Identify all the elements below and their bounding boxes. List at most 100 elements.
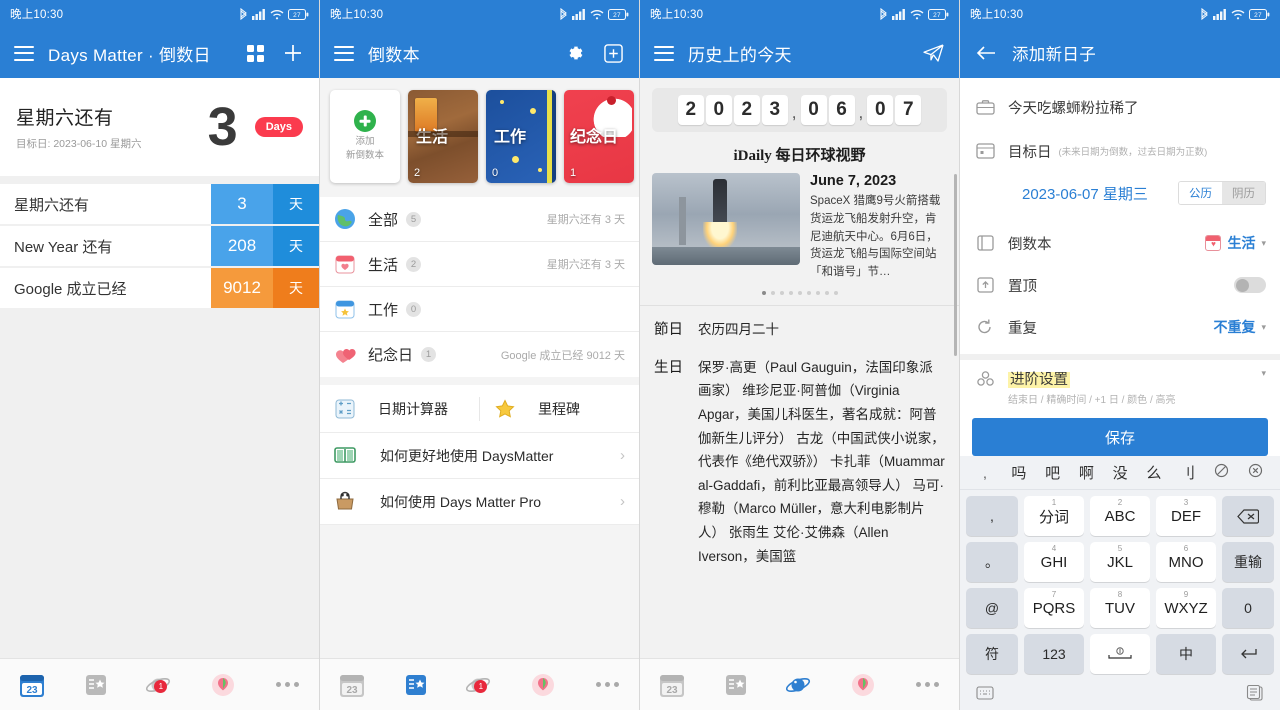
book-value-group[interactable]: 生活 ▾	[1205, 233, 1266, 253]
carousel-dot[interactable]	[779, 291, 784, 296]
key-at[interactable]: @	[966, 588, 1018, 628]
help-link-daysmatter[interactable]: 如何更好地使用 DaysMatter ›	[320, 433, 639, 479]
balloon-icon[interactable]	[831, 673, 895, 697]
date-calculator-button[interactable]: 日期计算器	[320, 398, 479, 420]
more-dots-icon[interactable]	[255, 682, 319, 687]
balloon-icon[interactable]	[511, 673, 575, 697]
planet-icon[interactable]: 1	[128, 674, 192, 696]
milestone-button[interactable]: 里程碑	[480, 398, 639, 420]
clear-x-icon[interactable]	[1238, 463, 1272, 482]
notification-badge: 1	[154, 679, 168, 693]
key-fenci[interactable]: 1 分词	[1024, 496, 1084, 536]
suggestion-6[interactable]: 刂	[1171, 462, 1205, 483]
calendar-23-icon[interactable]: 23	[640, 672, 704, 698]
carousel-dot[interactable]	[770, 291, 775, 296]
key-language-chinese[interactable]: 中	[1156, 634, 1216, 674]
arrow-left-icon[interactable]	[974, 41, 998, 65]
planet-icon[interactable]: 1	[448, 674, 512, 696]
pin-row[interactable]: 置顶	[960, 264, 1280, 306]
key-wxyz[interactable]: 9 WXYZ	[1156, 588, 1216, 628]
keyboard-switch-icon[interactable]	[976, 685, 994, 705]
key-comma[interactable]: ,	[966, 496, 1018, 536]
grid-view-icon[interactable]	[243, 41, 267, 65]
suggestion-4[interactable]: 没	[1103, 462, 1137, 483]
list-item[interactable]: 全部 5 星期六还有 3 天	[320, 197, 639, 242]
calendar-23-icon[interactable]: 23	[0, 672, 64, 698]
planet-icon[interactable]	[768, 674, 832, 696]
carousel-dot[interactable]	[815, 291, 820, 296]
space-icon[interactable]	[1090, 634, 1150, 674]
key-jkl[interactable]: 5 JKL	[1090, 542, 1150, 582]
key-period[interactable]: 。	[966, 542, 1018, 582]
carousel-dot[interactable]	[806, 291, 811, 296]
table-row[interactable]: 星期六还有 3 天	[0, 184, 319, 224]
close-slash-icon[interactable]	[1205, 463, 1239, 482]
title-field-row[interactable]: 今天吃螺蛳粉拉稀了	[960, 86, 1280, 128]
suggestion-2[interactable]: 吧	[1036, 462, 1070, 483]
key-ghi[interactable]: 4 GHI	[1024, 542, 1084, 582]
star-book-icon[interactable]	[704, 673, 768, 697]
key-def[interactable]: 3 DEF	[1156, 496, 1216, 536]
target-date-value[interactable]: 2023-06-07 星期三	[974, 183, 1148, 204]
suggestion-3[interactable]: 啊	[1070, 462, 1104, 483]
balloon-icon[interactable]	[191, 673, 255, 697]
carousel-dot[interactable]	[788, 291, 793, 296]
star-book-icon[interactable]	[384, 673, 448, 697]
segment-lunar[interactable]: 阴历	[1222, 182, 1265, 204]
more-dots-icon[interactable]	[895, 682, 959, 687]
list-item[interactable]: 工作 0	[320, 287, 639, 332]
pin-toggle[interactable]	[1234, 277, 1266, 293]
list-item[interactable]: 生活 2 星期六还有 3 天	[320, 242, 639, 287]
repeat-value-group[interactable]: 不重复 ▾	[1213, 317, 1266, 337]
key-tuv[interactable]: 8 TUV	[1090, 588, 1150, 628]
hamburger-icon[interactable]	[334, 45, 354, 61]
carousel-dot[interactable]	[833, 291, 838, 296]
suggestion-5[interactable]: 么	[1137, 462, 1171, 483]
book-card-life[interactable]: 生活 2	[408, 90, 478, 183]
key-mno[interactable]: 6 MNO	[1156, 542, 1216, 582]
hero-countdown-card[interactable]: 星期六还有 目标日: 2023-06-10 星期六 3 Days	[0, 78, 319, 176]
backspace-icon[interactable]	[1222, 496, 1274, 536]
help-link-pro[interactable]: 如何使用 Days Matter Pro ›	[320, 479, 639, 525]
calendar-type-segment[interactable]: 公历 阴历	[1178, 181, 1266, 205]
suggestion-1[interactable]: 吗	[1002, 462, 1036, 483]
clipboard-icon[interactable]	[1246, 684, 1264, 706]
key-symbol[interactable]: 符	[966, 634, 1018, 674]
plus-box-icon[interactable]	[601, 41, 625, 65]
key-pqrs[interactable]: 7 PQRS	[1024, 588, 1084, 628]
hero-days-pill: Days	[254, 117, 303, 137]
carousel-dot[interactable]	[761, 291, 766, 296]
hamburger-icon[interactable]	[14, 45, 34, 61]
key-abc[interactable]: 2 ABC	[1090, 496, 1150, 536]
advanced-row[interactable]: 进阶设置 结束日 / 精确时间 / +1 日 / 颜色 / 高亮 ▾	[960, 360, 1280, 406]
gear-icon[interactable]	[563, 41, 587, 65]
list-item[interactable]: 纪念日 1 Google 成立已经 9012 天	[320, 332, 639, 377]
scrollbar-thumb[interactable]	[954, 174, 957, 356]
more-dots-icon[interactable]	[575, 682, 639, 687]
carousel-dots[interactable]	[640, 291, 959, 296]
star-book-icon[interactable]	[64, 673, 128, 697]
paper-plane-icon[interactable]	[921, 41, 945, 65]
title-input-value[interactable]: 今天吃螺蛳粉拉稀了	[1008, 97, 1139, 118]
key-123[interactable]: 123	[1024, 634, 1084, 674]
segment-solar[interactable]: 公历	[1179, 182, 1222, 204]
news-card[interactable]: June 7, 2023 SpaceX 猎鹰9号火箭搭载货运龙飞船发射升空，肯尼…	[640, 173, 959, 282]
enter-icon[interactable]	[1222, 634, 1274, 674]
key-zero[interactable]: 0	[1222, 588, 1274, 628]
book-row[interactable]: 倒数本 生活 ▾	[960, 222, 1280, 264]
carousel-dot[interactable]	[824, 291, 829, 296]
target-date-row[interactable]: 2023-06-07 星期三 公历 阴历	[960, 172, 1280, 214]
repeat-row[interactable]: 重复 不重复 ▾	[960, 306, 1280, 348]
table-row[interactable]: Google 成立已经 9012 天	[0, 268, 319, 308]
save-button[interactable]: 保存	[972, 418, 1268, 456]
hamburger-icon[interactable]	[654, 45, 674, 61]
plus-icon[interactable]	[281, 41, 305, 65]
book-card-anniversary[interactable]: 纪念日 1	[564, 90, 634, 183]
calendar-23-icon[interactable]: 23	[320, 672, 384, 698]
table-row[interactable]: New Year 还有 208 天	[0, 226, 319, 266]
book-card-work[interactable]: 工作 0	[486, 90, 556, 183]
carousel-dot[interactable]	[797, 291, 802, 296]
key-redo[interactable]: 重输	[1222, 542, 1274, 582]
add-new-book-button[interactable]: 添加 新倒数本	[330, 90, 400, 183]
suggestion-comma[interactable]: ,	[968, 465, 1002, 481]
